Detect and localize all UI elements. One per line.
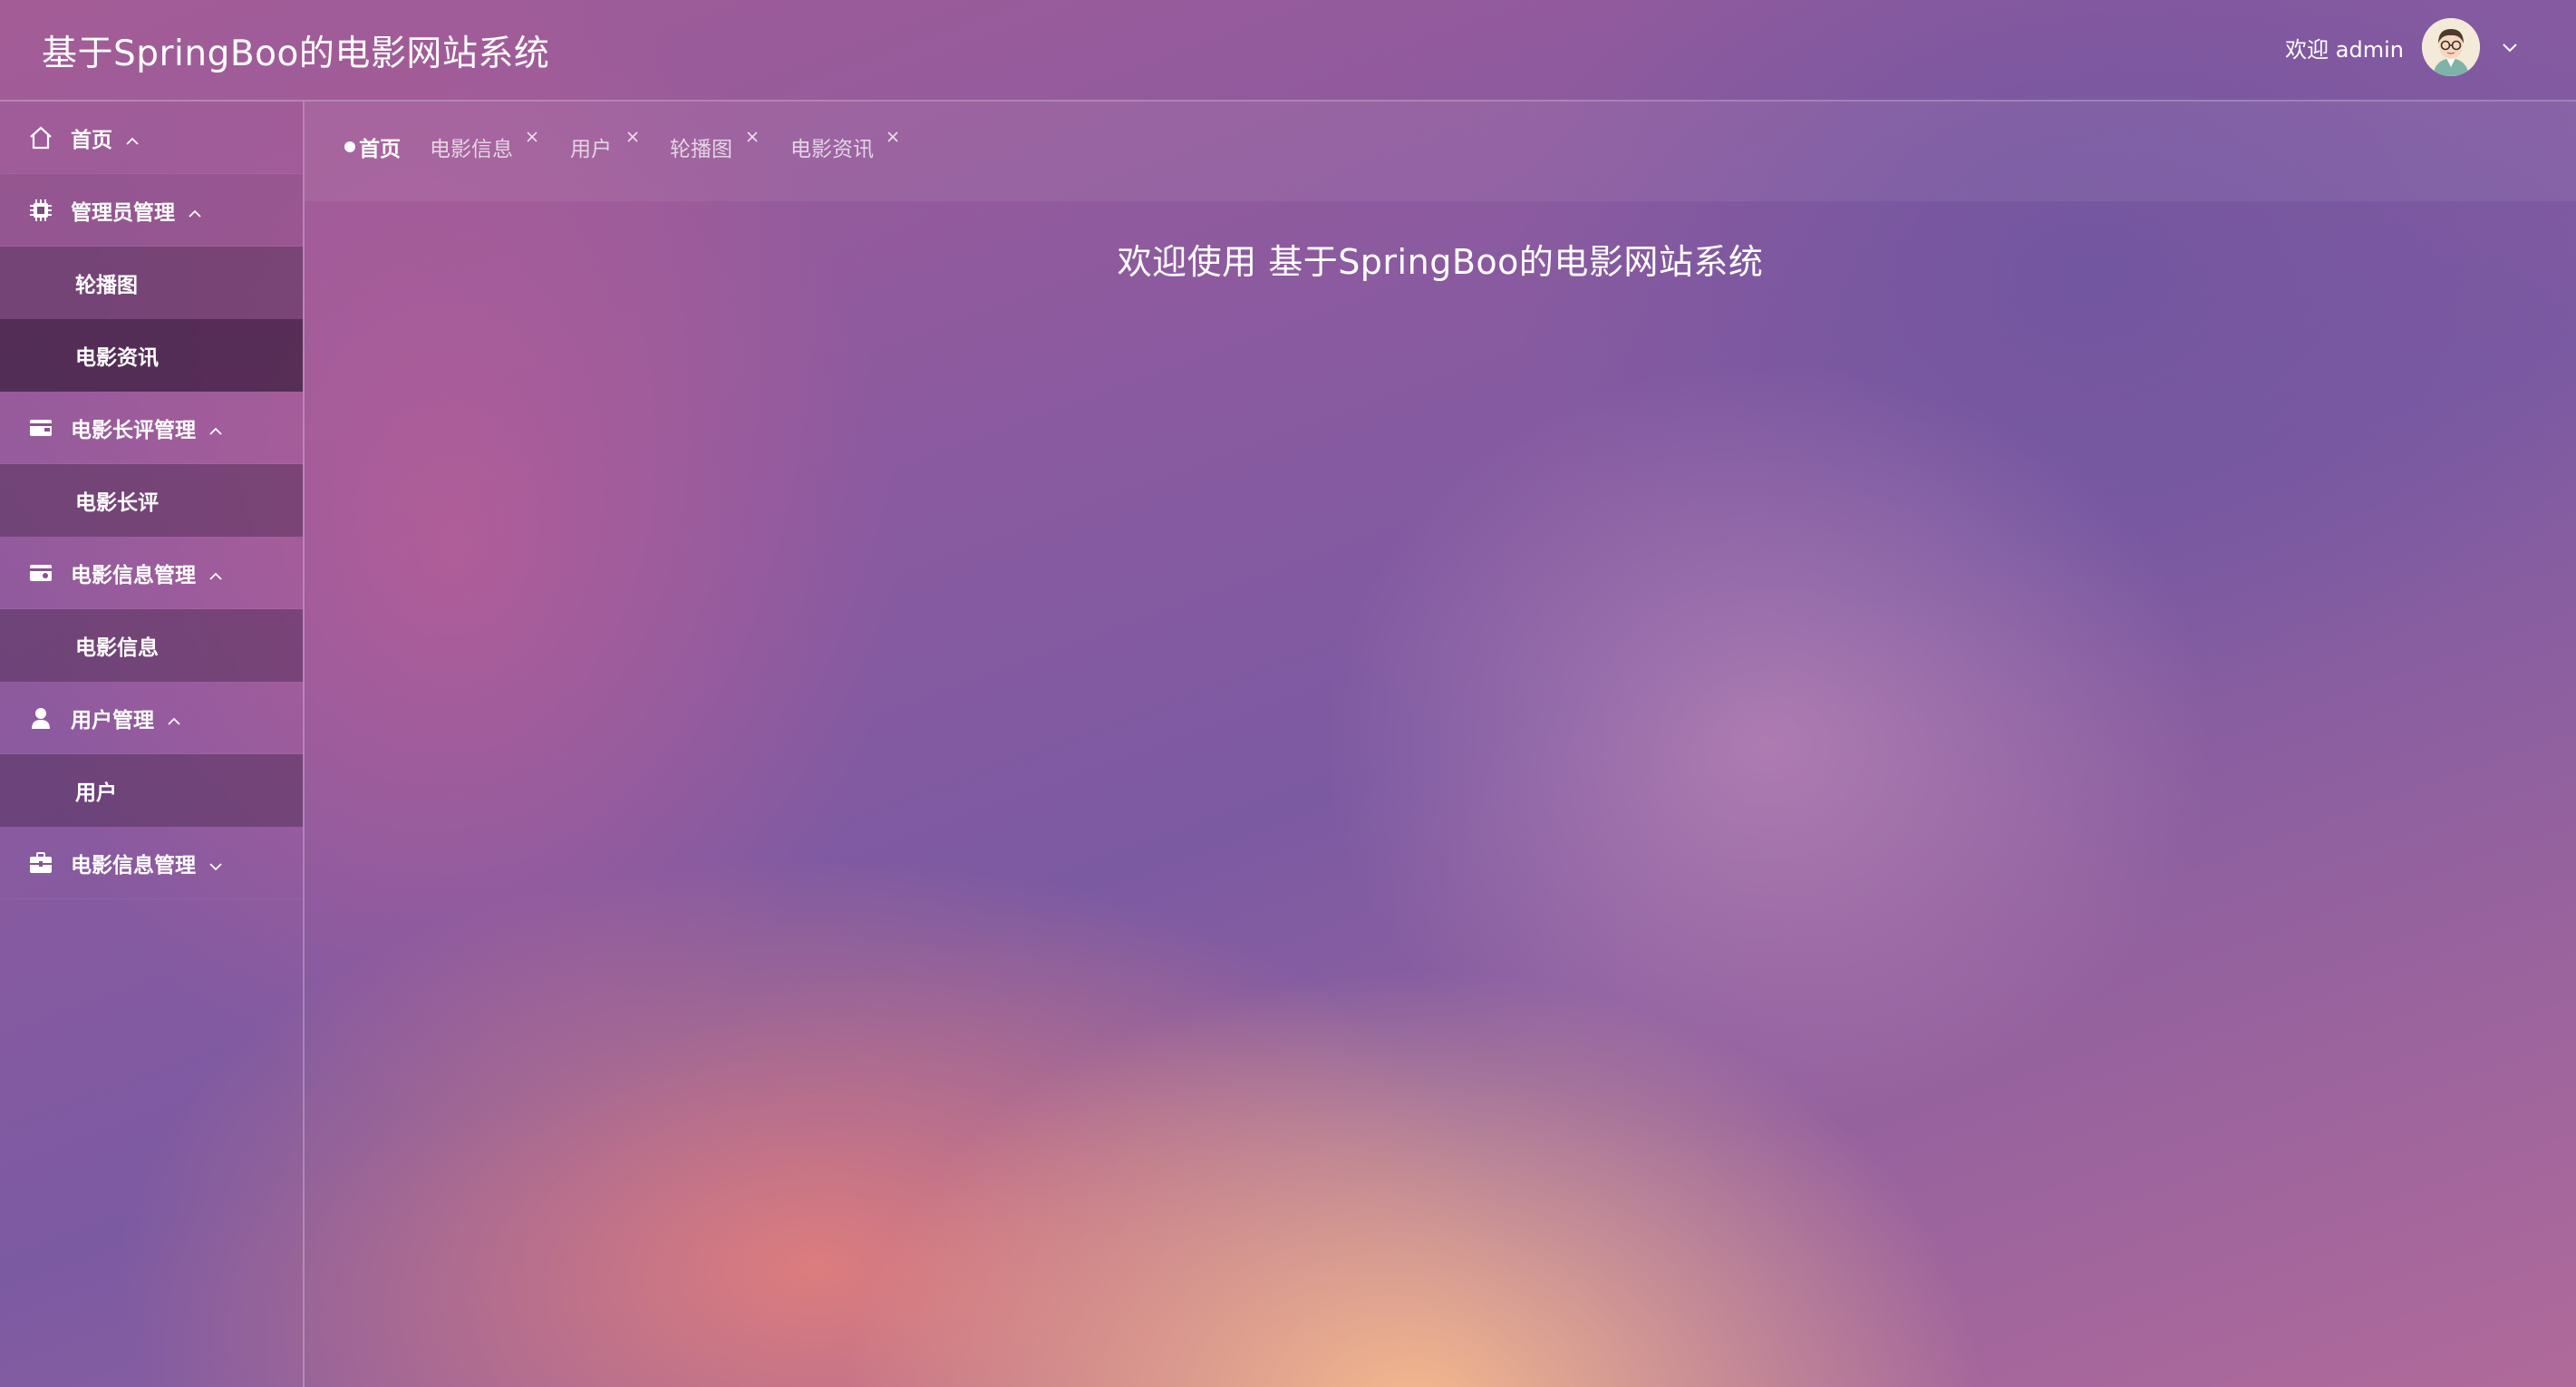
sidebar-group-users[interactable]: 用户管理	[0, 682, 303, 754]
chevron-down-icon[interactable]	[2500, 37, 2520, 57]
tab-movie-news[interactable]: 电影资讯	[790, 129, 898, 165]
chevron-up-icon	[208, 566, 223, 580]
sidebar-item-label: 管理员管理	[71, 200, 175, 225]
tabs-bar: 首页 电影信息 用户 轮播图 电影资讯	[305, 102, 2576, 201]
tab-movie-info[interactable]: 电影信息	[430, 129, 537, 165]
sidebar-item-carousel[interactable]: 轮播图	[0, 247, 303, 319]
sidebar-group-movie-info[interactable]: 电影信息管理	[0, 537, 303, 609]
tab-label: 电影信息	[430, 138, 513, 161]
sidebar-item-users[interactable]: 用户	[0, 754, 303, 827]
sidebar-item-home[interactable]: 首页	[0, 102, 303, 174]
user-icon	[27, 704, 54, 732]
app-title: 基于SpringBoo的电影网站系统	[42, 34, 550, 74]
tab-label: 电影资讯	[790, 138, 874, 161]
briefcase-icon	[27, 849, 54, 877]
welcome-text: 欢迎 admin	[2285, 36, 2404, 63]
user-menu[interactable]: 欢迎 admin	[2285, 18, 2520, 76]
tab-label: 轮播图	[670, 138, 732, 161]
chevron-up-icon	[208, 421, 223, 435]
card-icon	[27, 559, 54, 587]
sidebar-item-movie-info[interactable]: 电影信息	[0, 609, 303, 682]
chevron-up-icon	[167, 711, 181, 725]
close-icon[interactable]	[526, 125, 538, 142]
sidebar-item-label: 电影信息管理	[71, 563, 196, 587]
close-icon[interactable]	[746, 125, 759, 142]
tab-label: 用户	[570, 138, 612, 161]
active-dot-icon	[344, 141, 355, 152]
tab-carousel[interactable]: 轮播图	[670, 129, 758, 165]
avatar[interactable]	[2422, 18, 2480, 76]
sidebar-group-admin[interactable]: 管理员管理	[0, 174, 303, 247]
sidebar-item-label: 首页	[71, 128, 112, 152]
sidebar: 首页 管理员管理 轮播图 电影资讯 电影长评管理 电影长评 电影信息管理 电影信…	[0, 102, 305, 1387]
chip-icon	[27, 197, 54, 224]
tab-users[interactable]: 用户	[570, 129, 638, 165]
wallet-icon	[27, 414, 54, 441]
sidebar-item-label: 电影长评管理	[71, 418, 196, 442]
top-header: 基于SpringBoo的电影网站系统 欢迎 admin	[0, 0, 2576, 102]
sidebar-group-movie-info-2[interactable]: 电影信息管理	[0, 827, 303, 899]
chevron-down-icon	[208, 856, 223, 870]
tab-label: 首页	[359, 138, 401, 161]
sidebar-item-label: 用户管理	[71, 708, 154, 732]
tab-home[interactable]: 首页	[344, 129, 401, 165]
sidebar-item-label: 电影信息管理	[71, 853, 196, 878]
welcome-title: 欢迎使用 基于SpringBoo的电影网站系统	[1117, 242, 1764, 282]
chevron-up-icon	[188, 203, 202, 218]
sidebar-item-reviews[interactable]: 电影长评	[0, 464, 303, 537]
sidebar-group-reviews[interactable]: 电影长评管理	[0, 392, 303, 464]
home-icon	[27, 124, 54, 151]
close-icon[interactable]	[886, 125, 899, 142]
sidebar-item-movie-news[interactable]: 电影资讯	[0, 319, 303, 392]
close-icon[interactable]	[626, 125, 639, 142]
chevron-up-icon	[125, 131, 140, 145]
